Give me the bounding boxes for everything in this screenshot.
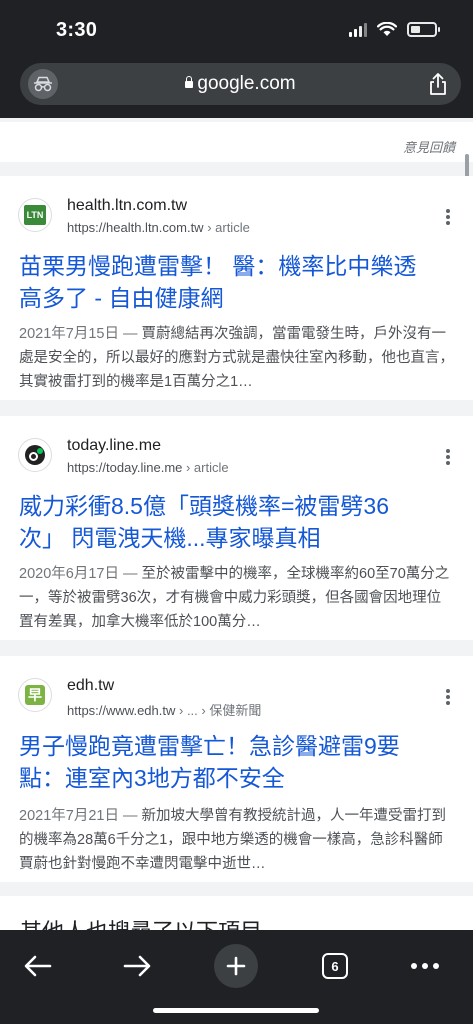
battery-icon <box>407 22 440 37</box>
home-indicator[interactable] <box>153 1008 319 1013</box>
result-title[interactable]: 威力彩衝8.5億「頭獎機率=被雷劈36 次」 閃電洩天機...專家曝真相 <box>19 490 449 554</box>
browser-top-bar: 3:30 google.com <box>0 0 473 118</box>
address-bar[interactable]: google.com <box>20 63 461 105</box>
result-snippet: 2021年7月21日 — 新加坡大學曾有教授統計過，人一年遭受雷打到的機率為28… <box>19 808 447 872</box>
result-card[interactable]: LTN health.ltn.com.tw https://health.ltn… <box>0 176 473 400</box>
tab-switcher-button[interactable]: 6 <box>313 944 357 988</box>
feedback-card: 意見回饋 <box>0 122 473 162</box>
line-today-icon <box>18 438 52 472</box>
more-options-icon[interactable] <box>441 206 455 228</box>
status-time: 3:30 <box>56 19 98 41</box>
cellular-signal-icon <box>349 22 367 37</box>
share-icon[interactable] <box>423 69 453 99</box>
more-options-icon[interactable] <box>441 686 455 708</box>
url-display[interactable]: google.com <box>20 73 461 95</box>
result-snippet: 2021年7月15日 — 賈蔚總結再次強調，當雷電發生時，戶外沒有一處是安全的，… <box>19 326 454 390</box>
related-searches-title: 其他人也搜尋了以下項目 <box>20 914 262 930</box>
plus-icon <box>214 944 258 988</box>
result-snippet: 2020年6月17日 — 至於被雷擊中的機率，全球機率約60至70萬分之一，等於… <box>19 566 450 630</box>
search-results-area[interactable]: 意見回饋 LTN health.ltn.com.tw https://healt… <box>0 118 473 930</box>
wifi-icon <box>377 22 397 36</box>
url-text: google.com <box>197 73 296 94</box>
feedback-link[interactable]: 意見回饋 <box>403 137 455 156</box>
related-searches-card: 其他人也搜尋了以下項目 <box>0 896 473 930</box>
more-menu-icon[interactable] <box>403 944 447 988</box>
browser-bottom-toolbar: 6 <box>0 930 473 1024</box>
new-tab-button[interactable] <box>214 944 258 988</box>
tab-count: 6 <box>322 953 348 979</box>
forward-arrow-icon[interactable] <box>115 944 159 988</box>
more-options-icon[interactable] <box>441 446 455 468</box>
status-icons <box>349 22 440 37</box>
result-site-name: edh.tw <box>67 677 115 694</box>
result-card[interactable]: 早 edh.tw https://www.edh.tw › ... › 保健新聞… <box>0 656 473 882</box>
lock-icon <box>185 76 194 88</box>
ltn-logo-icon: LTN <box>18 198 52 232</box>
back-arrow-icon[interactable] <box>16 944 60 988</box>
result-url: https://health.ltn.com.tw › article <box>67 220 250 235</box>
result-url: https://today.line.me › article <box>67 460 229 475</box>
result-title[interactable]: 男子慢跑竟遭雷擊亡！急診醫避雷9要 點：連室內3地方都不安全 <box>19 730 449 794</box>
edh-logo-icon: 早 <box>18 678 52 712</box>
result-site-name: today.line.me <box>67 437 161 454</box>
result-title[interactable]: 苗栗男慢跑遭雷擊！ 醫：機率比中樂透 高多了 - 自由健康網 <box>19 250 449 314</box>
result-url: https://www.edh.tw › ... › 保健新聞 <box>67 703 262 718</box>
result-site-name: health.ltn.com.tw <box>67 197 188 214</box>
result-card[interactable]: today.line.me https://today.line.me › ar… <box>0 416 473 640</box>
